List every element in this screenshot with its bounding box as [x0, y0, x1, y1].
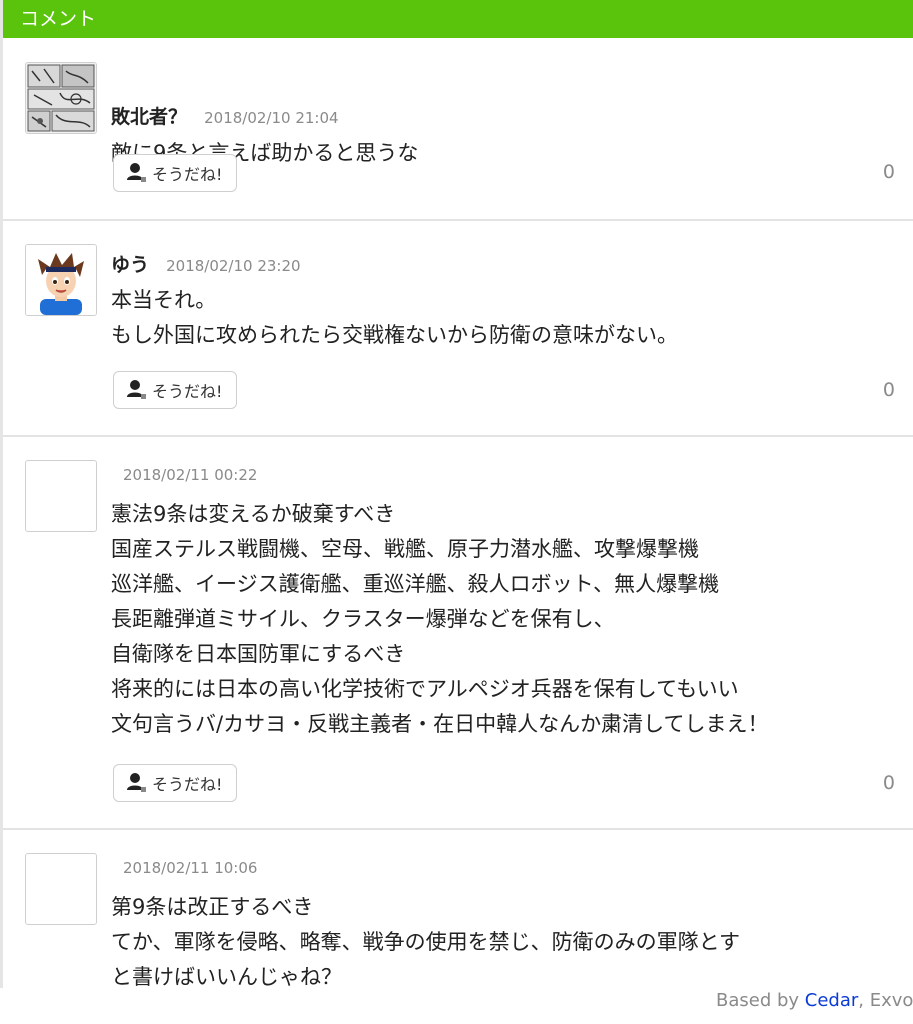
manga-avatar-icon: [26, 63, 96, 133]
user-silhouette-icon: [126, 162, 148, 184]
comment-panel: コメント 敗北者？ 2018/02/10 21:04 敵に9条と言えば助かると思…: [0, 0, 913, 988]
comment-body: 憲法9条は変えるか破棄すべき 国産ステルス戦闘機、空母、戦艦、原子力潜水艦、攻撃…: [111, 497, 768, 742]
comment-author[interactable]: 敗北者？: [111, 106, 187, 128]
comment-line: 長距離弾道ミサイル、クラスター爆弾などを保有し、: [111, 607, 615, 631]
like-button[interactable]: そうだね!: [113, 764, 237, 802]
comment-date: 2018/02/11 00:22: [123, 466, 258, 484]
like-label: そうだね!: [152, 165, 223, 184]
footer-prefix: Based by: [716, 990, 805, 1011]
like-button[interactable]: そうだね!: [113, 154, 237, 192]
comment-line: 国産ステルス戦闘機、空母、戦艦、原子力潜水艦、攻撃爆撃機: [111, 537, 699, 561]
comment-meta: 2018/02/11 10:06: [123, 858, 257, 877]
comment-line: もし外国に攻められたら交戦権ないから防衛の意味がない。: [111, 323, 678, 347]
comment-line: 本当それ。: [111, 288, 217, 312]
like-count: 0: [882, 161, 895, 183]
footer-suffix: , Exvo: [858, 990, 913, 1011]
like-button[interactable]: そうだね!: [113, 371, 237, 409]
comment-line: 巡洋艦、イージス護衛艦、重巡洋艦、殺人ロボット、無人爆撃機: [111, 572, 720, 596]
like-label: そうだね!: [152, 382, 223, 401]
user-avatar[interactable]: [25, 62, 97, 134]
comment-date: 2018/02/11 10:06: [123, 859, 258, 877]
user-silhouette-icon: [126, 379, 148, 401]
comment-line: 文句言うバ/カサヨ・反戦主義者・在日中韓人なんか粛清してしまえ！: [111, 712, 769, 736]
mii-avatar-icon: [26, 245, 96, 315]
comment-item: 2018/02/11 10:06 第9条は改正するべき てか、軍隊を侵略、略奪、…: [3, 830, 913, 988]
comment-meta: ゆう 2018/02/10 23:20: [111, 250, 301, 277]
comment-line: 自衛隊を日本国防軍にするべき: [111, 642, 406, 666]
footer-credit: Based by Cedar, Exvo: [716, 990, 913, 1011]
comments-header: コメント: [3, 0, 913, 38]
user-avatar[interactable]: [25, 853, 97, 925]
comment-line: 憲法9条は変えるか破棄すべき: [111, 502, 396, 526]
user-avatar[interactable]: [25, 244, 97, 316]
comment-date: 2018/02/10 23:20: [166, 257, 301, 275]
comment-item: ゆう 2018/02/10 23:20 本当それ。 もし外国に攻められたら交戦権…: [3, 221, 913, 437]
comment-body: 第9条は改正するべき てか、軍隊を侵略、略奪、戦争の使用を禁じ、防衛のみの軍隊と…: [111, 890, 740, 988]
comment-line: 第9条は改正するべき: [111, 895, 314, 919]
like-count: 0: [882, 772, 895, 794]
comment-item: 敗北者？ 2018/02/10 21:04 敵に9条と言えば助かると思うな そう…: [3, 38, 913, 221]
comment-line: と書けばいいんじゃね？: [111, 965, 342, 988]
comment-line: 将来的には日本の高い化学技術でアルペジオ兵器を保有してもいい: [111, 677, 739, 701]
comment-item: 2018/02/11 00:22 憲法9条は変えるか破棄すべき 国産ステルス戦闘…: [3, 437, 913, 830]
like-label: そうだね!: [152, 775, 223, 794]
like-count: 0: [882, 379, 895, 401]
user-silhouette-icon: [126, 772, 148, 794]
comment-meta: 2018/02/11 00:22: [123, 465, 257, 484]
comment-meta: 敗北者？ 2018/02/10 21:04: [111, 102, 339, 129]
comment-body: 本当それ。 もし外国に攻められたら交戦権ないから防衛の意味がない。: [111, 283, 678, 353]
cedar-link[interactable]: Cedar: [805, 990, 859, 1011]
comment-date: 2018/02/10 21:04: [204, 109, 339, 127]
comment-author[interactable]: ゆう: [111, 254, 149, 276]
user-avatar[interactable]: [25, 460, 97, 532]
comment-line: てか、軍隊を侵略、略奪、戦争の使用を禁じ、防衛のみの軍隊とす: [111, 930, 740, 954]
